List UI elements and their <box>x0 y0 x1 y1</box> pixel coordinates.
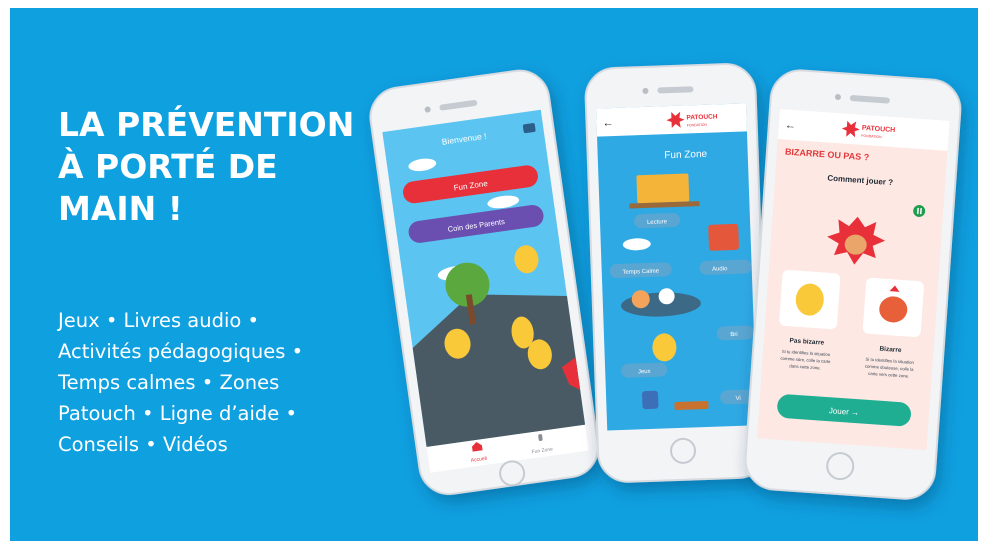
radio-illustration <box>708 223 739 251</box>
user-icon[interactable] <box>522 123 536 134</box>
phone-mockups: Bienvenue ! Fun Zone Coin des Parents Ac… <box>10 8 978 541</box>
audio-label: Audio <box>712 266 728 273</box>
bri-label: Bri <box>730 332 738 338</box>
fun-zone-heading: Fun Zone <box>664 149 708 162</box>
brand-sub: FONDATION <box>687 123 708 128</box>
back-arrow-icon[interactable]: ← <box>602 117 613 129</box>
robot-illustration <box>642 390 659 410</box>
vi-label: Vi <box>736 396 741 402</box>
jeux-label: Jeux <box>638 369 651 375</box>
phone-middle: ← PATOUCH FONDATION Fun Zone Lecture Tem… <box>584 63 769 483</box>
hero-banner: LA PRÉVENTION À PORTÉ DE MAIN ! Jeux • L… <box>10 8 978 541</box>
phone-right: ← PATOUCH FONDATION BIZARRE OU PAS ? Com… <box>744 69 962 500</box>
phone-left: Bienvenue ! Fun Zone Coin des Parents Ac… <box>369 69 600 496</box>
back-arrow-icon[interactable]: ← <box>784 119 796 132</box>
lecture-label: Lecture <box>647 219 668 226</box>
brand-name: PATOUCH <box>686 113 718 121</box>
